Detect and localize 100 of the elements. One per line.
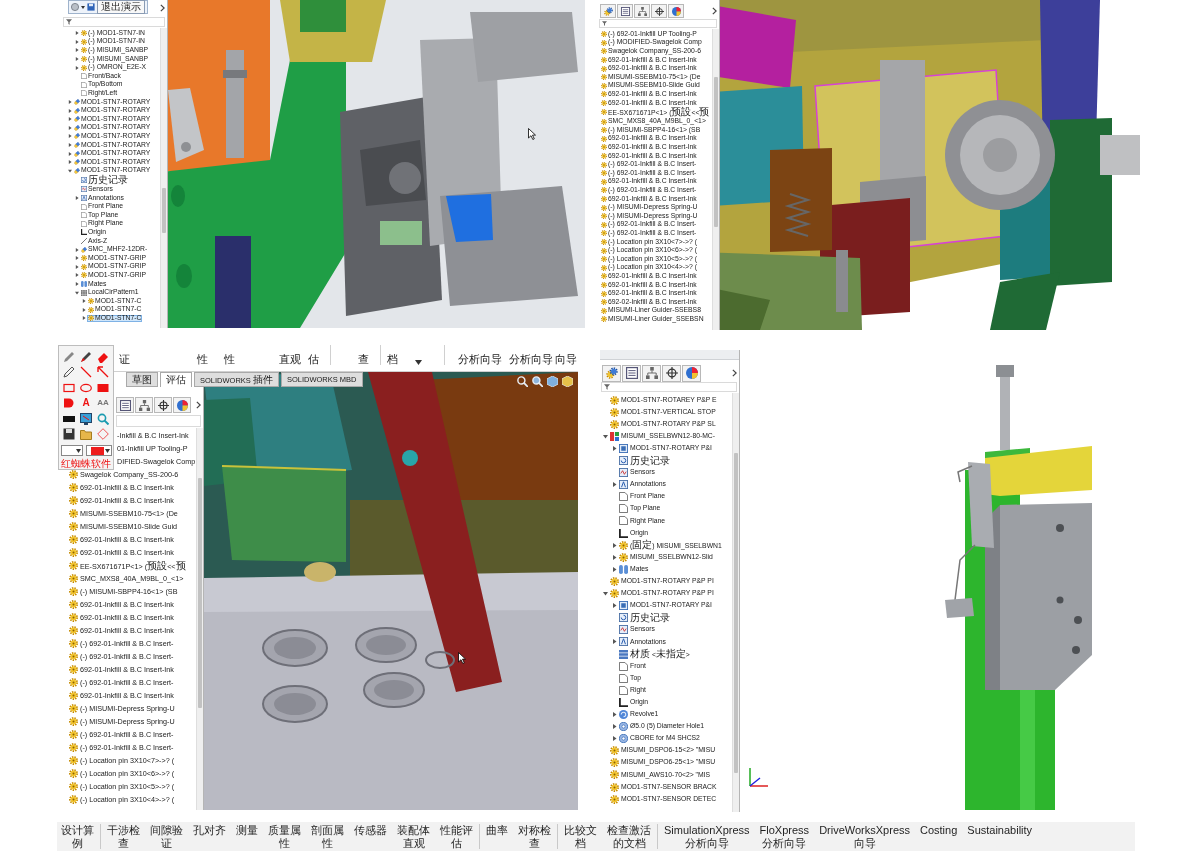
manager-tab[interactable] bbox=[135, 397, 153, 413]
ellipse-icon[interactable] bbox=[80, 381, 92, 394]
ribbon-button[interactable]: SimulationXpress 分析向导 bbox=[664, 824, 750, 850]
caret-right-icon[interactable] bbox=[68, 143, 72, 147]
caret-right-icon[interactable] bbox=[75, 31, 79, 36]
ribbon-button[interactable]: Sustainability bbox=[967, 824, 1033, 837]
ribbon-button[interactable]: 设计算例 bbox=[61, 824, 94, 850]
pencil-icon[interactable] bbox=[63, 350, 75, 363]
caret-down-icon[interactable] bbox=[603, 433, 608, 439]
magnifier-icon[interactable] bbox=[517, 376, 528, 387]
ribbon-button[interactable]: 性 bbox=[224, 353, 235, 365]
monitor-icon[interactable] bbox=[80, 412, 92, 425]
ribbon-button[interactable]: 剖面属性 bbox=[311, 824, 344, 850]
ribbon-button[interactable]: 间隙验证 bbox=[150, 824, 183, 850]
caret-right-icon[interactable] bbox=[68, 134, 72, 139]
manager-tab[interactable] bbox=[116, 397, 134, 413]
caret-right-icon[interactable] bbox=[75, 273, 79, 278]
caret-right-icon[interactable] bbox=[68, 160, 72, 165]
caret-right-icon[interactable] bbox=[612, 724, 617, 730]
manager-tab[interactable] bbox=[682, 364, 701, 382]
caret-right-icon[interactable] bbox=[612, 445, 617, 451]
ribbon-button[interactable]: FloXpress 分析向导 bbox=[759, 824, 810, 850]
line-icon[interactable] bbox=[80, 366, 92, 379]
caret-right-icon[interactable] bbox=[75, 196, 79, 200]
pencil-icon[interactable] bbox=[63, 366, 75, 379]
hexagon-icon[interactable] bbox=[562, 376, 573, 387]
ribbon-button[interactable]: 测量 bbox=[236, 824, 258, 837]
caret-right-icon[interactable] bbox=[612, 566, 617, 572]
scrollbar-thumb[interactable] bbox=[162, 188, 166, 233]
ribbon-button[interactable]: 直观 bbox=[279, 353, 301, 365]
ribbon-button[interactable]: 性 bbox=[197, 353, 208, 365]
manager-tab[interactable] bbox=[662, 364, 681, 382]
ribbon-button[interactable]: 档 bbox=[387, 353, 398, 365]
ribbon-button[interactable]: 对称检查 bbox=[518, 824, 551, 850]
scrollbar[interactable] bbox=[160, 28, 167, 328]
ribbon-tab[interactable]: 草图 bbox=[126, 372, 158, 387]
scrollbar-thumb[interactable] bbox=[198, 478, 202, 708]
tree-item[interactable]: 历史记录 bbox=[618, 455, 671, 466]
line-width-select[interactable] bbox=[60, 445, 83, 456]
caret-right-icon[interactable] bbox=[75, 264, 79, 269]
caret-right-icon[interactable] bbox=[612, 736, 617, 742]
exit-button[interactable]: 退出演示 bbox=[97, 0, 145, 14]
arrow-icon[interactable] bbox=[97, 366, 109, 379]
ribbon-tab[interactable]: 评估 bbox=[160, 372, 192, 387]
caret-right-icon[interactable] bbox=[68, 117, 72, 122]
caret-right-icon[interactable] bbox=[612, 482, 617, 488]
caret-right-icon[interactable] bbox=[68, 151, 72, 156]
chevron-right-icon[interactable] bbox=[196, 401, 201, 409]
save-icon[interactable] bbox=[87, 3, 95, 11]
ribbon-button[interactable]: 证 bbox=[119, 353, 130, 365]
ribbon-button[interactable]: 干涉检查 bbox=[107, 824, 140, 850]
tree-item[interactable]: 历史记录 bbox=[80, 175, 129, 186]
manager-tab[interactable] bbox=[642, 364, 661, 382]
ribbon-button[interactable]: Costing bbox=[920, 824, 958, 837]
caret-right-icon[interactable] bbox=[68, 125, 72, 130]
caret-right-icon[interactable] bbox=[75, 247, 79, 252]
ribbon-button[interactable]: 查 bbox=[358, 353, 369, 365]
caret-down-icon[interactable] bbox=[81, 5, 85, 9]
ribbon-button[interactable]: 性能评估 bbox=[440, 824, 473, 850]
ribbon-button[interactable]: 分析向导 bbox=[509, 353, 553, 365]
ribbon-button[interactable]: 估 bbox=[308, 353, 319, 365]
caret-right-icon[interactable] bbox=[82, 307, 86, 312]
manager-tab[interactable] bbox=[617, 4, 633, 18]
scrollbar[interactable] bbox=[712, 29, 719, 330]
ribbon-button[interactable]: 传感器 bbox=[354, 824, 387, 837]
ribbon-button[interactable]: 检查激活的文档 bbox=[607, 824, 651, 850]
eraser-icon[interactable] bbox=[97, 350, 109, 363]
ribbon-button[interactable]: 装配体直观 bbox=[397, 824, 430, 850]
caret-right-icon[interactable] bbox=[612, 712, 617, 717]
text-tool-button[interactable]: A bbox=[82, 398, 90, 409]
caret-right-icon[interactable] bbox=[75, 256, 79, 261]
chevron-right-icon[interactable] bbox=[732, 369, 737, 377]
caret-right-icon[interactable] bbox=[75, 48, 79, 53]
filter-field[interactable] bbox=[599, 19, 717, 28]
save-icon[interactable] bbox=[63, 428, 75, 441]
caret-right-icon[interactable] bbox=[612, 554, 617, 560]
manager-tab[interactable] bbox=[634, 4, 650, 18]
caret-right-icon[interactable] bbox=[68, 100, 72, 105]
caret-right-icon[interactable] bbox=[75, 57, 79, 62]
manager-tab[interactable] bbox=[651, 4, 667, 18]
ribbon-button[interactable]: DriveWorksXpress 向导 bbox=[819, 824, 910, 850]
caret-down-icon[interactable] bbox=[75, 290, 79, 295]
hexagon-icon[interactable] bbox=[547, 376, 558, 387]
caret-right-icon[interactable] bbox=[612, 639, 617, 645]
manager-tab[interactable] bbox=[622, 364, 641, 382]
manager-tab[interactable] bbox=[154, 397, 172, 413]
ribbon-button[interactable]: 孔对齐 bbox=[193, 824, 226, 837]
filter-field[interactable] bbox=[601, 382, 737, 392]
filter-field[interactable] bbox=[63, 17, 165, 27]
text-tool-button[interactable]: AA bbox=[97, 399, 109, 408]
caret-right-icon[interactable] bbox=[75, 65, 79, 70]
caret-down-icon[interactable] bbox=[603, 591, 608, 597]
scrollbar[interactable] bbox=[732, 393, 739, 812]
caret-right-icon[interactable] bbox=[82, 299, 86, 304]
ribbon-button[interactable]: 分析向导 bbox=[458, 353, 502, 365]
caret-right-icon[interactable] bbox=[612, 542, 617, 548]
ribbon-button[interactable]: 向导 bbox=[555, 353, 577, 365]
filter-field[interactable] bbox=[116, 415, 201, 427]
magnifier-icon[interactable] bbox=[532, 376, 543, 387]
caret-right-icon[interactable] bbox=[612, 603, 617, 609]
